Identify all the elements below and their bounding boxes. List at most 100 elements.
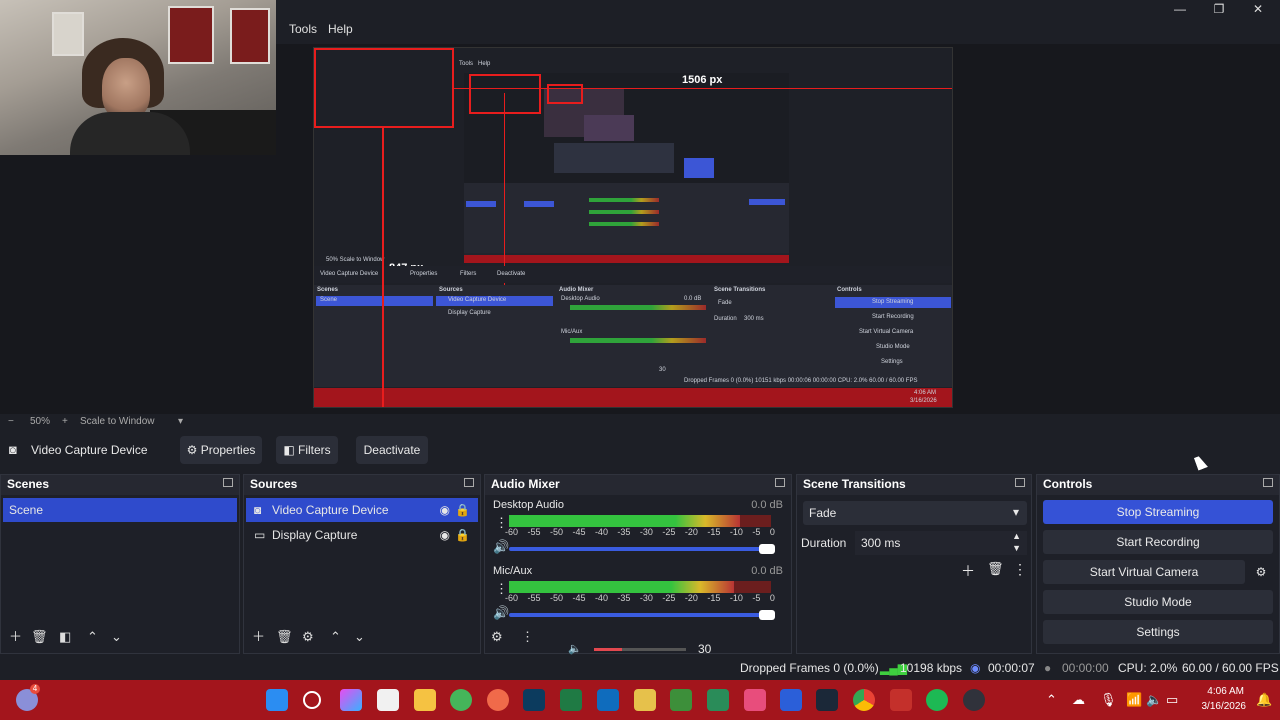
- nested-taskbar: [464, 255, 789, 263]
- advanced-audio-icon[interactable]: ⚙: [491, 629, 503, 645]
- move-up-icon[interactable]: ⌃: [330, 629, 341, 645]
- source-item[interactable]: ◙ Video Capture Device ◉ 🔒: [246, 498, 478, 522]
- trash-icon[interactable]: 🗑: [276, 629, 293, 645]
- lock-icon[interactable]: 🔒: [455, 523, 470, 547]
- audio-mixer-dock: Audio Mixer Desktop Audio 0.0 dB ⋮ -60 -5…: [484, 474, 792, 654]
- eye-icon[interactable]: ◉: [440, 498, 450, 522]
- maximize-button[interactable]: ❐: [1204, 2, 1234, 18]
- obs-icon[interactable]: [963, 689, 985, 711]
- close-button[interactable]: ✕: [1243, 2, 1273, 18]
- undock-icon[interactable]: [1015, 478, 1025, 487]
- decrement-icon[interactable]: ▼: [1012, 543, 1021, 553]
- clock-date[interactable]: 3/16/2026: [1192, 701, 1247, 712]
- move-down-icon[interactable]: ⌄: [111, 629, 122, 645]
- undock-icon[interactable]: [223, 478, 233, 487]
- app-icon[interactable]: [487, 689, 509, 711]
- spotify-icon[interactable]: [926, 689, 948, 711]
- app-icon[interactable]: [634, 689, 656, 711]
- selection-box[interactable]: [314, 48, 454, 128]
- speaker-icon[interactable]: 🔊: [493, 539, 509, 555]
- menu-help[interactable]: Help: [328, 22, 353, 36]
- youtube-icon[interactable]: [890, 689, 912, 711]
- start-icon[interactable]: [266, 689, 288, 711]
- copilot-icon[interactable]: [340, 689, 362, 711]
- wall-poster: [52, 12, 84, 56]
- transitions-body: Fade ▾ Duration 300 ms ▲ ▼ ＋ 🗑 ⋮: [797, 495, 1031, 653]
- duration-spinbox[interactable]: 300 ms ▲ ▼: [855, 531, 1027, 555]
- system-volume-track[interactable]: [594, 648, 686, 651]
- inner-settings: Settings: [881, 359, 903, 365]
- zoom-in-button[interactable]: +: [62, 416, 68, 427]
- menu-tools[interactable]: Tools: [289, 22, 317, 36]
- scale-mode[interactable]: Scale to Window: [80, 416, 154, 427]
- start-virtual-camera-button[interactable]: Start Virtual Camera: [1043, 560, 1245, 584]
- onedrive-icon[interactable]: ☁: [1072, 692, 1085, 708]
- word-icon[interactable]: [780, 689, 802, 711]
- notification-icon[interactable]: 🔔: [1256, 692, 1272, 708]
- inner-sources-title: Sources: [439, 287, 463, 293]
- app-icon[interactable]: [744, 689, 766, 711]
- app-icon[interactable]: [450, 689, 472, 711]
- gear-icon[interactable]: ⚙: [302, 629, 314, 645]
- volume-icon[interactable]: 🔈: [1146, 692, 1162, 708]
- move-up-icon[interactable]: ⌃: [87, 629, 98, 645]
- search-icon[interactable]: [303, 691, 321, 709]
- display-capture-preview[interactable]: Tools Help 1506 px 84: [313, 47, 953, 408]
- chrome-icon[interactable]: [853, 689, 875, 711]
- filters-button[interactable]: ◧ Filters: [276, 436, 338, 464]
- studio-mode-button[interactable]: Studio Mode: [1043, 590, 1273, 614]
- scenes-title: Scenes: [7, 477, 50, 491]
- app-icon[interactable]: [707, 689, 729, 711]
- disney-icon[interactable]: [523, 689, 545, 711]
- settings-button[interactable]: Settings: [1043, 620, 1273, 644]
- volume-slider[interactable]: [509, 544, 775, 554]
- undock-icon[interactable]: [775, 478, 785, 487]
- speaker-icon[interactable]: 🔈: [568, 642, 582, 655]
- chevron-down-icon[interactable]: ▾: [178, 416, 183, 427]
- increment-icon[interactable]: ▲: [1012, 531, 1021, 541]
- trash-icon[interactable]: 🗑: [31, 629, 48, 645]
- nested-meter: [589, 210, 659, 214]
- eye-icon[interactable]: ◉: [440, 523, 450, 547]
- minimize-button[interactable]: —: [1165, 2, 1195, 18]
- wifi-icon[interactable]: 📶: [1126, 692, 1142, 708]
- system-volume-fill: [594, 648, 622, 651]
- steam-icon[interactable]: [816, 689, 838, 711]
- undock-icon[interactable]: [1263, 478, 1273, 487]
- chevron-up-icon[interactable]: ⌃: [1046, 692, 1057, 708]
- nested-selection-box: [547, 84, 583, 104]
- excel-icon[interactable]: [560, 689, 582, 711]
- filter-icon[interactable]: ◧: [59, 629, 71, 645]
- kebab-menu-icon[interactable]: ⋮: [1013, 561, 1027, 578]
- minecraft-icon[interactable]: [670, 689, 692, 711]
- meter-tick-label: -50: [549, 527, 563, 537]
- add-icon[interactable]: ＋: [961, 561, 975, 581]
- speaker-icon[interactable]: 🔊: [493, 605, 509, 621]
- clock-time[interactable]: 4:06 AM: [1196, 686, 1244, 697]
- undock-icon[interactable]: [464, 478, 474, 487]
- volume-knob[interactable]: [759, 610, 775, 620]
- gear-icon[interactable]: ⚙: [1249, 560, 1273, 584]
- transition-select[interactable]: Fade ▾: [803, 501, 1027, 525]
- file-explorer-icon[interactable]: [414, 689, 436, 711]
- store-icon[interactable]: [377, 689, 399, 711]
- volume-knob[interactable]: [759, 544, 775, 554]
- source-item[interactable]: ▭ Display Capture ◉ 🔒: [246, 523, 478, 547]
- outlook-icon[interactable]: [597, 689, 619, 711]
- trash-icon[interactable]: 🗑: [987, 561, 1004, 577]
- battery-icon[interactable]: ▭: [1166, 692, 1178, 708]
- properties-button[interactable]: ⚙ Properties: [180, 436, 262, 464]
- start-recording-button[interactable]: Start Recording: [1043, 530, 1273, 554]
- deactivate-button[interactable]: Deactivate: [356, 436, 428, 464]
- zoom-out-button[interactable]: −: [8, 416, 14, 427]
- microphone-icon[interactable]: 🎙: [1100, 692, 1117, 708]
- scene-item[interactable]: Scene: [3, 498, 237, 522]
- kebab-menu-icon[interactable]: ⋮: [521, 629, 534, 645]
- move-down-icon[interactable]: ⌄: [354, 629, 365, 645]
- add-icon[interactable]: ＋: [9, 626, 22, 645]
- stop-streaming-button[interactable]: Stop Streaming: [1043, 500, 1273, 524]
- volume-slider[interactable]: [509, 610, 775, 620]
- preview-area[interactable]: Tools Help 1506 px 84: [0, 0, 1280, 414]
- add-icon[interactable]: ＋: [252, 626, 265, 645]
- lock-icon[interactable]: 🔒: [455, 498, 470, 522]
